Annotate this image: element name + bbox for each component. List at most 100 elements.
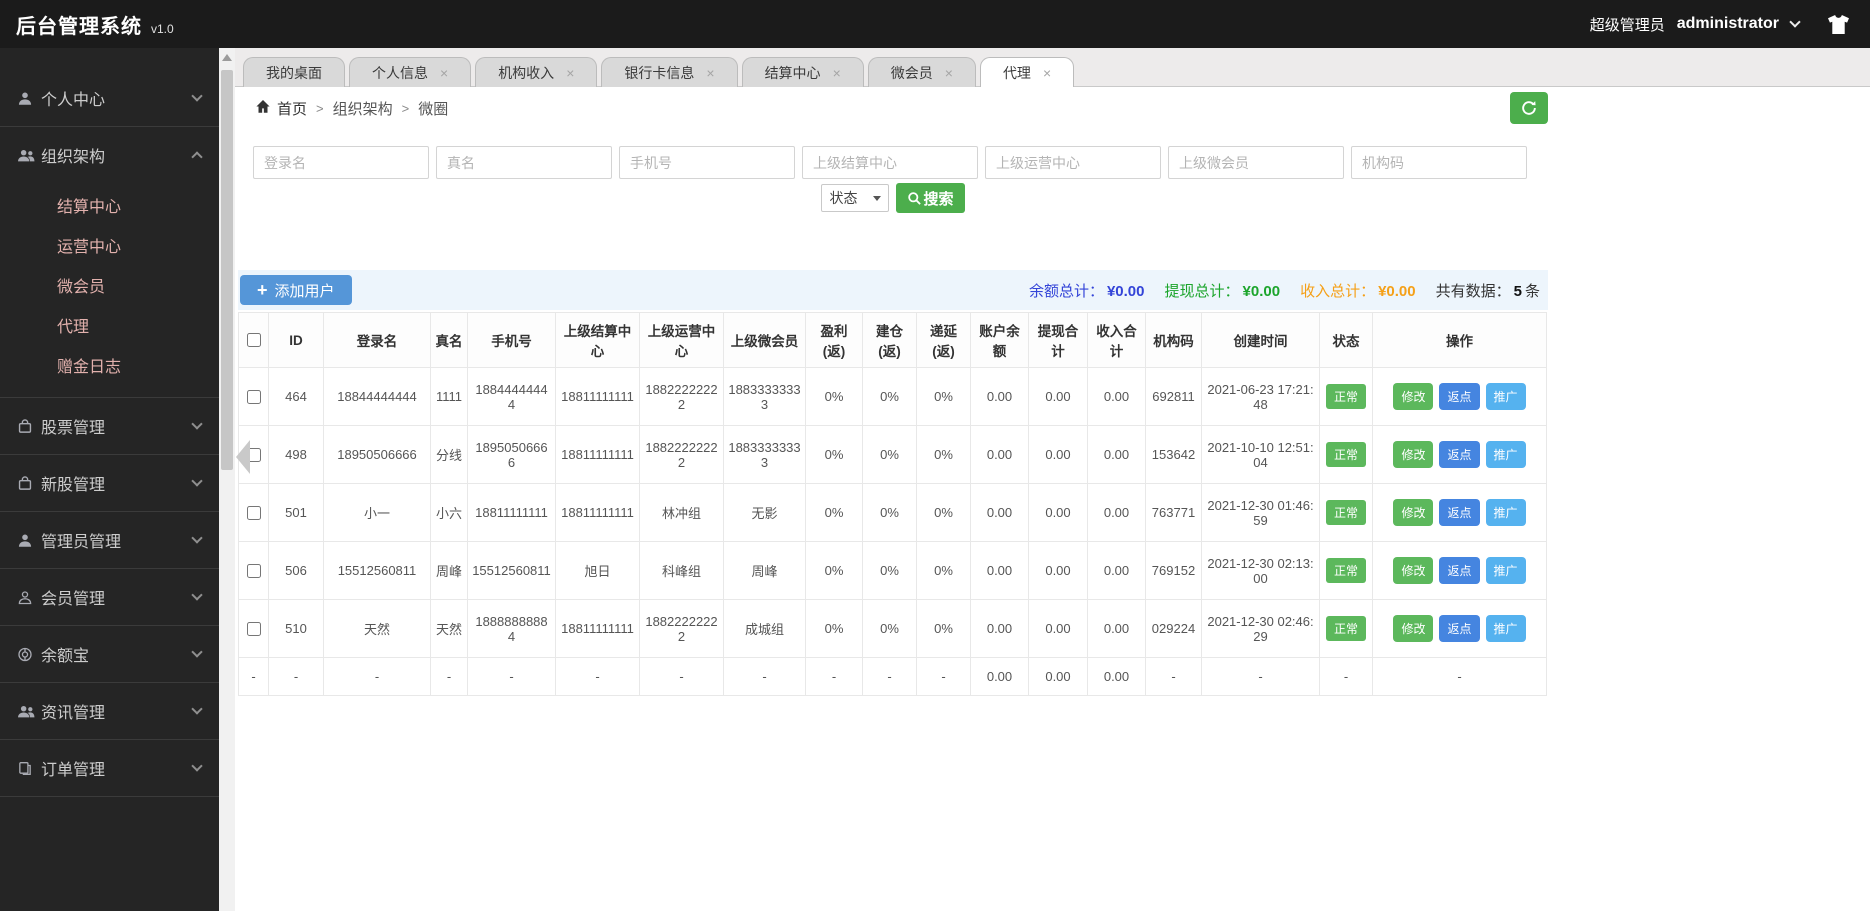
tab-close-icon[interactable]: ×: [1043, 66, 1051, 80]
col-phone: 手机号: [467, 312, 556, 368]
promote-button[interactable]: 推广: [1485, 557, 1526, 584]
tab-微会员[interactable]: 微会员 ×: [867, 57, 976, 87]
sidebar-item-管理员管理[interactable]: 管理员管理: [0, 512, 219, 568]
tab-个人信息[interactable]: 个人信息 ×: [349, 57, 472, 87]
tab-close-icon[interactable]: ×: [833, 66, 841, 80]
rebate-button[interactable]: 返点: [1439, 383, 1480, 410]
col-status: 状态: [1319, 312, 1373, 368]
select-all-checkbox[interactable]: [247, 333, 261, 347]
cell-created-at: 2021-06-23 17:21:48: [1201, 367, 1320, 426]
cell-actions: 修改 返点 推广: [1372, 541, 1547, 600]
filter-input-org-code[interactable]: [1351, 146, 1527, 179]
sidebar-item-组织架构[interactable]: 组织架构: [0, 127, 219, 183]
summary-stats: 余额总计： ¥0.00 提现总计： ¥0.00 收入总计： ¥0.00 共有数据： 5 条: [1029, 280, 1540, 301]
modify-button[interactable]: 修改: [1393, 441, 1434, 468]
scrollbar-thumb[interactable]: [221, 70, 233, 470]
sidebar-subitem-赠金日志[interactable]: 赠金日志: [0, 345, 219, 385]
sidebar-subitem-代理[interactable]: 代理: [0, 305, 219, 345]
modify-button[interactable]: 修改: [1393, 615, 1434, 642]
tab-close-icon[interactable]: ×: [706, 66, 714, 80]
rebate-button[interactable]: 返点: [1439, 557, 1480, 584]
chevron-down-icon: [191, 589, 203, 601]
stat-value: ¥0.00: [1378, 282, 1416, 300]
sidebar-collapse-handle[interactable]: [236, 440, 250, 474]
tab-close-icon[interactable]: ×: [440, 66, 448, 80]
add-user-button[interactable]: + 添加用户: [240, 275, 352, 305]
footer-cell: 0.00: [1087, 657, 1146, 696]
sidebar-scrollbar[interactable]: [219, 48, 235, 911]
sidebar-item-新股管理[interactable]: 新股管理: [0, 455, 219, 511]
cell-income-total: 0.00: [1087, 425, 1146, 484]
row-checkbox[interactable]: [247, 621, 261, 636]
cell-position-rebate: 0%: [862, 541, 917, 600]
breadcrumb-home[interactable]: 首页: [255, 98, 307, 119]
user-menu[interactable]: 超级管理员 administrator: [1590, 14, 1850, 35]
status-select[interactable]: 状态: [821, 184, 890, 212]
sidebar-item-会员管理[interactable]: 会员管理: [0, 569, 219, 625]
refresh-button[interactable]: [1510, 92, 1548, 124]
news-icon: [17, 704, 41, 719]
cell-parent-settlement: 18811111111: [555, 425, 640, 484]
breadcrumb-item-组织架构[interactable]: 组织架构: [333, 98, 393, 119]
tab-结算中心[interactable]: 结算中心 ×: [741, 57, 864, 87]
tab-银行卡信息[interactable]: 银行卡信息 ×: [601, 57, 738, 87]
tab-close-icon[interactable]: ×: [566, 66, 574, 80]
row-checkbox[interactable]: [247, 505, 261, 520]
filter-input-phone[interactable]: [619, 146, 795, 179]
modify-button[interactable]: 修改: [1393, 499, 1434, 526]
footer-cell: -: [1201, 657, 1320, 696]
cell-login-name: 小一: [323, 483, 431, 542]
theme-tshirt-icon[interactable]: [1827, 14, 1850, 35]
sidebar-item-label: 个人中心: [41, 92, 106, 109]
promote-button[interactable]: 推广: [1485, 499, 1526, 526]
modify-button[interactable]: 修改: [1393, 383, 1434, 410]
cell-status: 正常: [1319, 367, 1373, 426]
filter-input-parent-settlement-center[interactable]: [802, 146, 978, 179]
sidebar-item-订单管理[interactable]: 订单管理: [0, 740, 219, 796]
top-header: 后台管理系统 v1.0 超级管理员 administrator: [0, 0, 1870, 48]
tab-代理[interactable]: 代理 ×: [979, 57, 1075, 87]
sidebar-subitem-微会员[interactable]: 微会员: [0, 265, 219, 305]
tab-close-icon[interactable]: ×: [945, 66, 953, 80]
sidebar-item-余额宝[interactable]: 余额宝: [0, 626, 219, 682]
filter-input-parent-operation-center[interactable]: [985, 146, 1161, 179]
filter-input-real-name[interactable]: [436, 146, 612, 179]
cell-parent-operation: 18822222222: [639, 599, 724, 658]
sidebar-block: 新股管理: [0, 455, 219, 512]
caret-down-icon: [873, 195, 882, 201]
admin-user-icon: [17, 533, 41, 548]
sidebar-item-股票管理[interactable]: 股票管理: [0, 398, 219, 454]
tab-机构收入[interactable]: 机构收入 ×: [475, 57, 598, 87]
col-income-total: 收入合计: [1087, 312, 1146, 368]
modify-button[interactable]: 修改: [1393, 557, 1434, 584]
cell-real-name: 小六: [430, 483, 468, 542]
wallet-icon: [17, 647, 41, 662]
cell-defer-rebate: 0%: [916, 425, 971, 484]
cell-org-code: 763771: [1145, 483, 1202, 542]
row-checkbox[interactable]: [247, 389, 261, 404]
footer-cell: -: [555, 657, 640, 696]
search-button[interactable]: 搜索: [896, 183, 965, 213]
filter-input-login-name[interactable]: [253, 146, 429, 179]
promote-button[interactable]: 推广: [1485, 441, 1526, 468]
sidebar-item-资讯管理[interactable]: 资讯管理: [0, 683, 219, 739]
promote-button[interactable]: 推广: [1485, 615, 1526, 642]
filter-input-parent-member[interactable]: [1168, 146, 1344, 179]
breadcrumb-home-label: 首页: [277, 100, 308, 118]
tab-我的桌面[interactable]: 我的桌面: [243, 57, 345, 87]
sidebar-subitem-运营中心[interactable]: 运营中心: [0, 225, 219, 265]
sidebar-subitem-结算中心[interactable]: 结算中心: [0, 185, 219, 225]
row-checkbox[interactable]: [247, 563, 261, 578]
rebate-button[interactable]: 返点: [1439, 615, 1480, 642]
sidebar-item-个人中心[interactable]: 个人中心: [0, 70, 219, 126]
chevron-down-icon: [191, 703, 203, 715]
sidebar-block: 组织架构 结算中心 运营中心 微会员 代理 赠金日志: [0, 127, 219, 398]
cell-account-balance: 0.00: [970, 425, 1029, 484]
cell-account-balance: 0.00: [970, 541, 1029, 600]
promote-button[interactable]: 推广: [1485, 383, 1526, 410]
rebate-button[interactable]: 返点: [1439, 499, 1480, 526]
rebate-button[interactable]: 返点: [1439, 441, 1480, 468]
stat-label: 余额总计：: [1028, 282, 1104, 300]
scrollbar-up-arrow-icon[interactable]: [222, 54, 232, 61]
cell-position-rebate: 0%: [862, 367, 917, 426]
